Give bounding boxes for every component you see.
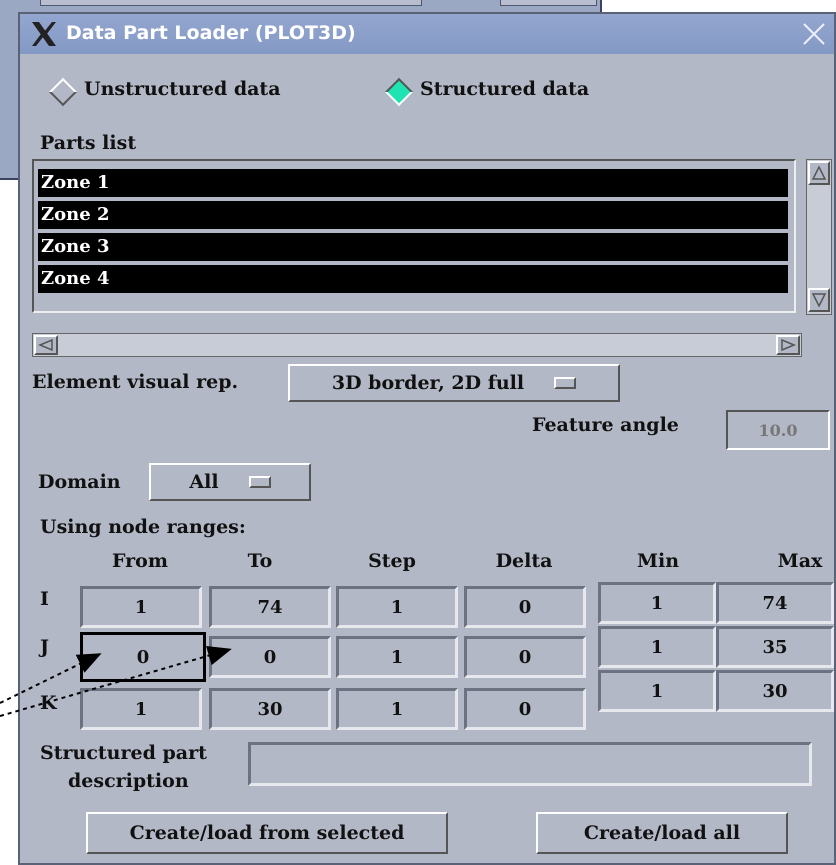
step-i-input[interactable]: 1 xyxy=(336,586,458,628)
axis-label-i: I xyxy=(40,588,49,610)
domain-dropdown[interactable]: All xyxy=(149,463,311,501)
step-j-input[interactable]: 1 xyxy=(336,636,458,678)
option-menu-icon xyxy=(248,476,271,488)
background-button xyxy=(40,0,422,6)
description-label-line2: description xyxy=(68,770,189,792)
feature-angle-label: Feature angle xyxy=(532,414,679,436)
scroll-down-icon[interactable] xyxy=(808,288,830,312)
create-load-all-button[interactable]: Create/load all xyxy=(536,812,788,854)
scroll-right-icon[interactable] xyxy=(776,335,800,355)
header-delta: Delta xyxy=(495,550,553,572)
structured-radio[interactable] xyxy=(384,77,414,107)
title-bar[interactable]: Data Part Loader (PLOT3D) xyxy=(20,14,834,54)
description-label-line1: Structured part xyxy=(40,742,207,764)
to-k-input[interactable]: 30 xyxy=(209,688,331,730)
to-i-input[interactable]: 74 xyxy=(209,586,331,628)
delta-j-input[interactable]: 0 xyxy=(464,636,586,678)
header-min: Min xyxy=(636,550,680,572)
window-title: Data Part Loader (PLOT3D) xyxy=(66,22,356,44)
scroll-up-icon[interactable] xyxy=(808,161,830,185)
description-input[interactable] xyxy=(248,742,812,786)
min-j-value: 1 xyxy=(598,626,716,668)
create-load-selected-button[interactable]: Create/load from selected xyxy=(86,812,448,854)
axis-label-j: J xyxy=(40,636,49,658)
domain-value: All xyxy=(189,471,219,493)
parts-vertical-scrollbar[interactable] xyxy=(806,159,832,315)
list-item[interactable]: Zone 3 xyxy=(38,233,788,261)
option-menu-icon xyxy=(554,377,577,389)
unstructured-radio[interactable] xyxy=(48,77,78,107)
list-item[interactable]: Zone 4 xyxy=(38,265,788,293)
x-logo-icon xyxy=(32,22,56,46)
step-k-input[interactable]: 1 xyxy=(336,688,458,730)
delta-k-input[interactable]: 0 xyxy=(464,688,586,730)
scroll-left-icon[interactable] xyxy=(34,335,58,355)
max-i-value: 74 xyxy=(716,582,834,624)
delta-i-input[interactable]: 0 xyxy=(464,586,586,628)
from-k-input[interactable]: 1 xyxy=(80,688,202,730)
background-button xyxy=(500,0,597,6)
parts-horizontal-scrollbar[interactable] xyxy=(32,333,802,357)
data-part-loader-dialog: Data Part Loader (PLOT3D) Unstructured d… xyxy=(18,12,836,865)
header-from: From xyxy=(112,550,168,572)
close-icon[interactable] xyxy=(800,20,828,48)
domain-label: Domain xyxy=(38,471,121,493)
from-j-input[interactable]: 0 xyxy=(80,632,206,682)
element-visual-dropdown[interactable]: 3D border, 2D full xyxy=(288,364,620,402)
node-ranges-label: Using node ranges: xyxy=(40,516,246,538)
structured-label[interactable]: Structured data xyxy=(420,78,589,100)
min-i-value: 1 xyxy=(598,582,716,624)
from-i-input[interactable]: 1 xyxy=(80,586,202,628)
header-to: To xyxy=(247,550,273,572)
element-visual-label: Element visual rep. xyxy=(32,371,239,393)
header-max: Max xyxy=(777,550,823,572)
min-k-value: 1 xyxy=(598,670,716,712)
axis-label-k: K xyxy=(40,692,57,714)
list-item[interactable]: Zone 1 xyxy=(38,169,788,197)
max-j-value: 35 xyxy=(716,626,834,668)
feature-angle-input[interactable]: 10.0 xyxy=(726,410,830,450)
list-item[interactable]: Zone 2 xyxy=(38,201,788,229)
to-j-input[interactable]: 0 xyxy=(209,636,331,678)
unstructured-label[interactable]: Unstructured data xyxy=(84,78,281,100)
element-visual-value: 3D border, 2D full xyxy=(331,372,525,394)
parts-list-label: Parts list xyxy=(40,132,137,154)
parts-list[interactable]: Zone 1 Zone 2 Zone 3 Zone 4 xyxy=(32,159,796,313)
header-step: Step xyxy=(368,550,416,572)
max-k-value: 30 xyxy=(716,670,834,712)
